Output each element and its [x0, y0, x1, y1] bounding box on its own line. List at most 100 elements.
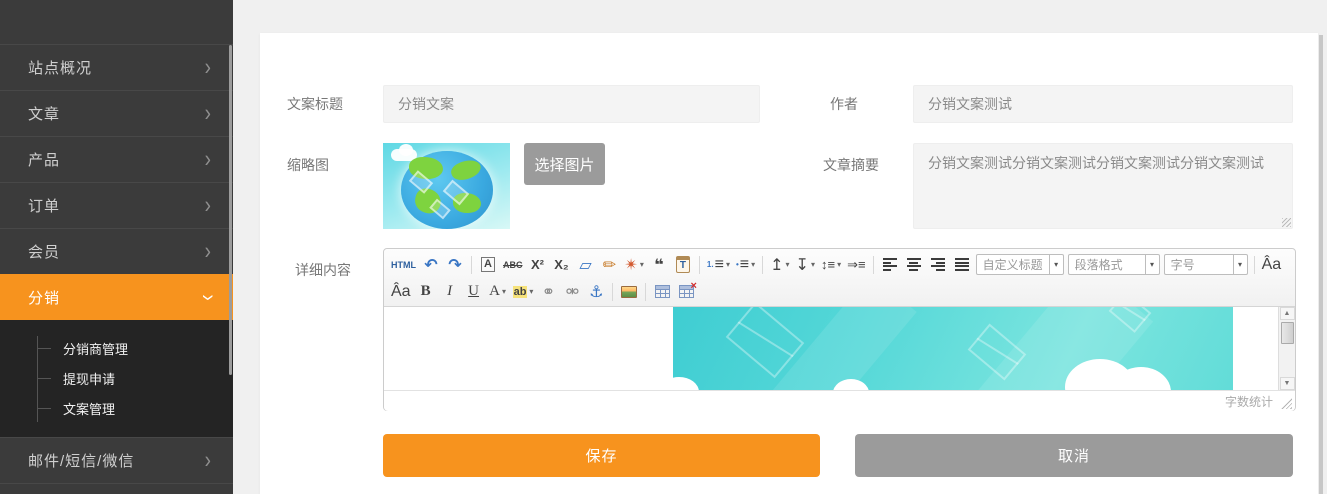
- align-right-icon[interactable]: [927, 254, 949, 276]
- sidebar-item-label: 订单: [28, 195, 205, 216]
- lowercase-icon[interactable]: Âa: [389, 281, 413, 303]
- source-code-icon[interactable]: HTML: [389, 254, 418, 276]
- insert-image-icon[interactable]: [618, 281, 640, 303]
- summary-label: 文章摘要: [823, 155, 879, 175]
- scroll-down-icon[interactable]: ▼: [1280, 377, 1295, 390]
- redo-icon[interactable]: ↷: [444, 254, 466, 276]
- custom-title-select[interactable]: 自定义标题▾: [976, 254, 1064, 275]
- font-color-icon[interactable]: A▾: [487, 281, 509, 303]
- align-left-icon-glyph: [883, 258, 897, 271]
- editor-content-area[interactable]: ▲ ▼: [384, 307, 1295, 390]
- thumbnail-preview: [383, 143, 510, 229]
- textarea-resize-grip[interactable]: [1282, 218, 1291, 227]
- bar: [936, 262, 944, 264]
- summary-textarea[interactable]: 分销文案测试分销文案测试分销文案测试分销文案测试: [913, 143, 1293, 229]
- font-family-icon[interactable]: A: [477, 254, 499, 276]
- uppercase-icon-glyph: Âa: [1262, 256, 1282, 274]
- superscript-icon[interactable]: X²: [527, 254, 549, 276]
- submenu-item-提现申请[interactable]: 提现申请: [0, 363, 233, 393]
- anchor-icon[interactable]: ⚓: [585, 281, 607, 303]
- sidebar-item-文章[interactable]: 文章›: [0, 90, 233, 136]
- toolbar-row-2: ÂaBIUA▾ab▾⚭ ⚮ ⚓ ×: [388, 278, 1291, 305]
- align-right-icon-glyph: [931, 258, 945, 271]
- align-center-icon[interactable]: [903, 254, 925, 276]
- chevron-right-icon: ›: [205, 148, 211, 172]
- submenu-item-文案管理[interactable]: 文案管理: [0, 393, 233, 423]
- sidebar-item-会员[interactable]: 会员›: [0, 228, 233, 274]
- author-input[interactable]: [913, 85, 1293, 123]
- paragraph-spacing-top-icon[interactable]: ↥▾: [768, 254, 791, 276]
- eraser-icon[interactable]: ▱: [575, 254, 597, 276]
- toolbar-row-1: HTML↶↷AABCX²X₂▱✏✴▾❝T1.≡▾•≡▾↥▾↧▾↕≡▾⇒≡自定义标…: [388, 251, 1291, 278]
- blockquote-icon[interactable]: ❝: [648, 254, 670, 276]
- editor-resize-grip[interactable]: [1281, 398, 1292, 409]
- toolbar-separator: [699, 256, 700, 274]
- sidebar: 站点概况›文章›产品›订单›会员›分销›分销商管理提现申请文案管理邮件/短信/微…: [0, 0, 233, 494]
- blockquote-icon-glyph: ❝: [654, 255, 663, 275]
- italic-icon-glyph: I: [447, 283, 452, 300]
- unlink-icon-glyph: ⚮: [566, 282, 579, 302]
- chevron-down-icon: ▾: [1145, 255, 1159, 274]
- bar: [931, 258, 945, 260]
- sidebar-scrollbar-thumb[interactable]: [229, 45, 232, 375]
- auto-typeset-icon-glyph: ✴: [625, 255, 638, 275]
- subscript-icon[interactable]: X₂: [551, 254, 573, 276]
- toolbar-separator: [873, 256, 874, 274]
- line-height-icon[interactable]: ↕≡▾: [819, 254, 843, 276]
- font-size-select[interactable]: 字号▾: [1164, 254, 1248, 275]
- chevron-down-icon: ▾: [1049, 255, 1063, 274]
- unlink-icon[interactable]: ⚮: [561, 281, 583, 303]
- paragraph-spacing-bottom-icon-glyph: ↧: [796, 255, 809, 275]
- auto-typeset-icon[interactable]: ✴▾: [623, 254, 646, 276]
- globe-land: [449, 156, 483, 183]
- link-icon[interactable]: ⚭: [537, 281, 559, 303]
- align-justify-icon[interactable]: [951, 254, 973, 276]
- paragraph-format-select[interactable]: 段落格式▾: [1068, 254, 1160, 275]
- undo-icon[interactable]: ↶: [420, 254, 442, 276]
- sidebar-nav: 站点概况›文章›产品›订单›会员›分销›分销商管理提现申请文案管理邮件/短信/微…: [0, 44, 233, 488]
- format-brush-icon[interactable]: ✏: [599, 254, 621, 276]
- paragraph-spacing-bottom-icon[interactable]: ↧▾: [794, 254, 817, 276]
- paste-text-icon[interactable]: T: [672, 254, 694, 276]
- font-color-icon-glyph: A: [489, 283, 500, 300]
- unordered-list-icon[interactable]: •≡▾: [734, 254, 757, 276]
- align-left-icon[interactable]: [879, 254, 901, 276]
- submenu-item-label: 文案管理: [63, 399, 115, 418]
- sidebar-item-label: 产品: [28, 149, 205, 170]
- page-scrollbar[interactable]: [1319, 35, 1323, 494]
- remove-format-icon[interactable]: ABC: [501, 254, 525, 276]
- sidebar-item-站点概况[interactable]: 站点概况›: [0, 44, 233, 90]
- bar: [955, 269, 969, 271]
- eraser-icon-glyph: ▱: [579, 255, 591, 275]
- sidebar-item-邮件/短信/微信[interactable]: 邮件/短信/微信›: [0, 437, 233, 483]
- submenu-item-分销商管理[interactable]: 分销商管理: [0, 333, 233, 363]
- author-label: 作者: [830, 94, 858, 114]
- choose-image-button[interactable]: 选择图片: [524, 143, 605, 185]
- save-button[interactable]: 保存: [383, 434, 820, 477]
- format-brush-icon-glyph: ✏: [603, 255, 616, 275]
- italic-icon[interactable]: I: [439, 281, 461, 303]
- delete-table-icon[interactable]: ×: [675, 281, 697, 303]
- indent-icon[interactable]: ⇒≡: [845, 254, 867, 276]
- ordered-list-icon[interactable]: 1.≡▾: [705, 254, 732, 276]
- cancel-button[interactable]: 取消: [855, 434, 1293, 477]
- underline-icon[interactable]: U: [463, 281, 485, 303]
- uppercase-icon[interactable]: Âa: [1260, 254, 1284, 276]
- title-input[interactable]: [383, 85, 760, 123]
- sidebar-item-订单[interactable]: 订单›: [0, 182, 233, 228]
- insert-table-icon[interactable]: [651, 281, 673, 303]
- sidebar-item-产品[interactable]: 产品›: [0, 136, 233, 182]
- bold-icon[interactable]: B: [415, 281, 437, 303]
- bar: [883, 262, 891, 264]
- highlight-color-icon[interactable]: ab▾: [511, 281, 536, 303]
- scroll-up-icon[interactable]: ▲: [1280, 307, 1295, 320]
- bar: [955, 265, 969, 267]
- sidebar-item-分销[interactable]: 分销›: [0, 274, 233, 320]
- ordered-list-icon-glyph: ≡: [715, 256, 724, 274]
- editor-scrollbar-thumb[interactable]: [1281, 322, 1294, 344]
- globe-image: [401, 151, 493, 229]
- redo-icon-glyph: ↷: [448, 255, 461, 275]
- word-count-label: 字数统计: [1225, 393, 1273, 410]
- bar: [955, 258, 969, 260]
- bar: [931, 265, 945, 267]
